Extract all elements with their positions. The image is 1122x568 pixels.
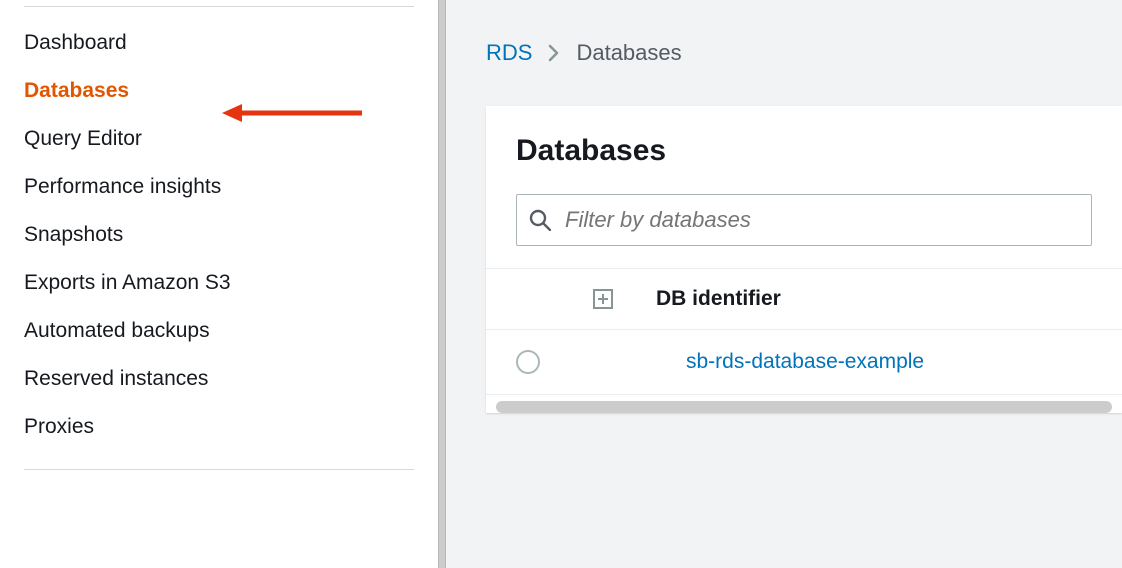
sidebar-nav-list: Dashboard Databases Query Editor Perform…: [0, 19, 438, 451]
column-header-db-identifier[interactable]: DB identifier: [656, 287, 781, 311]
breadcrumb-root-link[interactable]: RDS: [486, 40, 532, 66]
expand-toggle-icon[interactable]: [593, 289, 613, 309]
sidebar-divider-top: [24, 6, 414, 7]
panel-title: Databases: [516, 134, 1092, 168]
pane-resize-handle[interactable]: [438, 0, 446, 568]
panel-header: Databases: [486, 106, 1122, 194]
breadcrumb: RDS Databases: [486, 40, 1122, 66]
sidebar-item-snapshots[interactable]: Snapshots: [24, 211, 438, 259]
sidebar: Dashboard Databases Query Editor Perform…: [0, 0, 438, 568]
databases-panel: Databases DB identifier: [486, 106, 1122, 413]
sidebar-item-exports-s3[interactable]: Exports in Amazon S3: [24, 259, 438, 307]
sidebar-item-automated-backups[interactable]: Automated backups: [24, 307, 438, 355]
sidebar-item-performance-insights[interactable]: Performance insights: [24, 163, 438, 211]
table-row: sb-rds-database-example: [486, 330, 1122, 395]
breadcrumb-current: Databases: [576, 40, 681, 66]
sidebar-item-proxies[interactable]: Proxies: [24, 403, 438, 451]
expand-col: [586, 289, 620, 309]
filter-box[interactable]: [516, 194, 1092, 246]
table-header-row: DB identifier: [486, 268, 1122, 330]
filter-input[interactable]: [565, 207, 1079, 233]
search-icon: [529, 209, 551, 231]
db-identifier-link[interactable]: sb-rds-database-example: [656, 350, 924, 374]
sidebar-item-databases[interactable]: Databases: [24, 67, 438, 115]
sidebar-item-query-editor[interactable]: Query Editor: [24, 115, 438, 163]
main-content: RDS Databases Databases: [446, 0, 1122, 568]
horizontal-scrollbar[interactable]: [496, 401, 1112, 413]
filter-row: [486, 194, 1122, 268]
sidebar-divider-bottom: [24, 469, 414, 470]
chevron-right-icon: [548, 44, 560, 62]
sidebar-item-dashboard[interactable]: Dashboard: [24, 19, 438, 67]
row-select-radio[interactable]: [516, 350, 540, 374]
sidebar-item-reserved-instances[interactable]: Reserved instances: [24, 355, 438, 403]
